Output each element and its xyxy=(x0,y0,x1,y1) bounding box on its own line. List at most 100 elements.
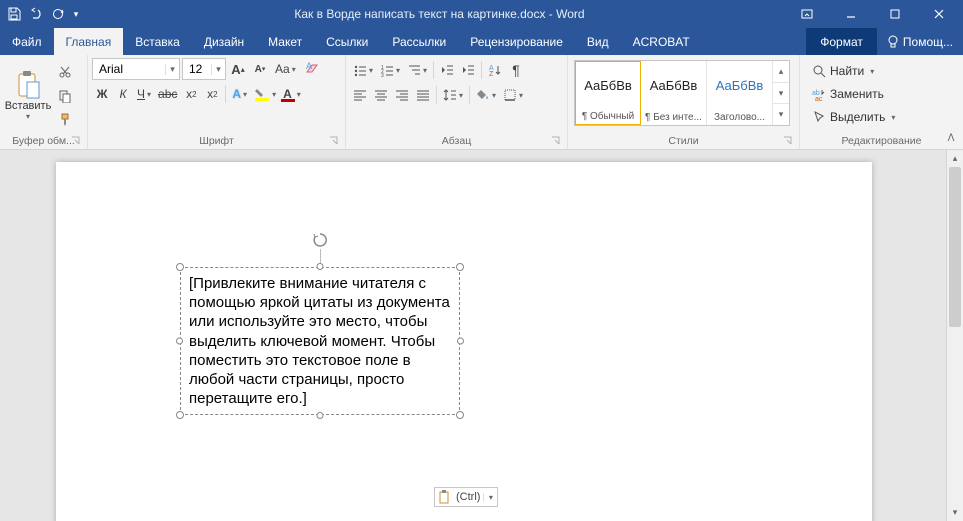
tab-layout[interactable]: Макет xyxy=(256,28,314,55)
resize-handle-l[interactable] xyxy=(176,338,183,345)
svg-text:ac: ac xyxy=(815,96,823,101)
close-button[interactable] xyxy=(919,4,959,24)
page-container[interactable]: [Привлеките внимание читателя с помощью … xyxy=(0,150,946,521)
tab-format[interactable]: Формат xyxy=(806,28,877,55)
redo-button[interactable] xyxy=(48,4,68,24)
copy-button[interactable] xyxy=(54,85,76,107)
line-spacing-button[interactable]: ▾ xyxy=(440,84,466,106)
scroll-up-button[interactable]: ▴ xyxy=(947,150,963,167)
resize-handle-tl[interactable] xyxy=(176,263,184,271)
shading-button[interactable]: ▾ xyxy=(473,84,499,106)
styles-scroll-up[interactable]: ▴ xyxy=(773,61,789,82)
save-button[interactable] xyxy=(4,4,24,24)
resize-handle-bl[interactable] xyxy=(176,411,184,419)
borders-button[interactable]: ▾ xyxy=(500,84,526,106)
scroll-thumb[interactable] xyxy=(949,167,961,327)
scissors-icon xyxy=(58,65,72,79)
style-heading1[interactable]: АаБбВв Заголово... xyxy=(707,61,773,125)
qat-customize-button[interactable]: ▾ xyxy=(70,4,82,24)
vertical-scrollbar[interactable]: ▴ ▾ xyxy=(946,150,963,521)
tab-insert[interactable]: Вставка xyxy=(123,28,192,55)
show-marks-button[interactable]: ¶ xyxy=(506,59,526,81)
format-painter-button[interactable] xyxy=(54,109,76,131)
textbox-selection[interactable]: [Привлеките внимание читателя с помощью … xyxy=(180,267,460,415)
style-normal[interactable]: АаБбВв ¶ Обычный xyxy=(575,61,641,125)
scroll-down-button[interactable]: ▾ xyxy=(947,504,963,521)
align-right-button[interactable] xyxy=(392,84,412,106)
cut-button[interactable] xyxy=(54,61,76,83)
find-button[interactable]: Найти▾ xyxy=(808,60,899,82)
grow-font-button[interactable]: A▴ xyxy=(228,58,248,80)
numbering-button[interactable]: 123▾ xyxy=(377,59,403,81)
tab-review[interactable]: Рецензирование xyxy=(458,28,575,55)
superscript-button[interactable]: x2 xyxy=(202,83,222,105)
maximize-button[interactable] xyxy=(875,4,915,24)
clipboard-launcher[interactable] xyxy=(71,136,81,146)
bullets-button[interactable]: ▾ xyxy=(350,59,376,81)
tab-mailings[interactable]: Рассылки xyxy=(380,28,458,55)
page[interactable]: [Привлеките внимание читателя с помощью … xyxy=(56,162,872,521)
change-case-button[interactable]: Aa▾ xyxy=(272,58,299,80)
highlight-button[interactable]: ▾ xyxy=(251,83,279,105)
font-family-combo[interactable]: Arial▾ xyxy=(92,58,180,80)
tab-home[interactable]: Главная xyxy=(54,28,124,55)
font-size-combo[interactable]: 12▾ xyxy=(182,58,226,80)
resize-handle-br[interactable] xyxy=(456,411,464,419)
sort-button[interactable]: AZ xyxy=(485,59,505,81)
align-left-button[interactable] xyxy=(350,84,370,106)
font-launcher[interactable] xyxy=(329,136,339,146)
resize-handle-b[interactable] xyxy=(317,412,324,419)
replace-button[interactable]: abac Заменить xyxy=(808,83,899,105)
select-button[interactable]: Выделить▾ xyxy=(808,106,899,128)
resize-handle-tr[interactable] xyxy=(456,263,464,271)
text-effects-button[interactable]: A▾ xyxy=(229,83,250,105)
styles-scroll-down[interactable]: ▾ xyxy=(773,82,789,104)
group-styles: АаБбВв ¶ Обычный АаБбВв ¶ Без инте... Аа… xyxy=(568,55,800,149)
font-color-button[interactable]: A▾ xyxy=(280,83,304,105)
subscript-button[interactable]: x2 xyxy=(181,83,201,105)
paste-options-icon xyxy=(435,490,453,504)
ribbon: Вставить ▾ Буфер обм... Arial▾ 12▾ xyxy=(0,55,963,150)
sort-icon: AZ xyxy=(488,63,502,77)
minimize-button[interactable] xyxy=(831,4,871,24)
tell-me-button[interactable]: Помощ... xyxy=(877,28,963,55)
text-box[interactable]: [Привлеките внимание читателя с помощью … xyxy=(180,267,460,415)
group-paragraph-label: Абзац xyxy=(442,135,471,147)
rotate-handle[interactable] xyxy=(311,231,329,265)
textbox-content[interactable]: [Привлеките внимание читателя с помощью … xyxy=(189,275,450,407)
paste-button[interactable]: Вставить ▾ xyxy=(1,68,56,123)
borders-icon xyxy=(503,88,517,102)
title-bar: ▾ Как в Ворде написать текст на картинке… xyxy=(0,0,963,28)
multilevel-list-button[interactable]: ▾ xyxy=(404,59,430,81)
tab-references[interactable]: Ссылки xyxy=(314,28,380,55)
tab-file[interactable]: Файл xyxy=(0,28,54,55)
ribbon-display-button[interactable] xyxy=(787,4,827,24)
shrink-font-button[interactable]: A▾ xyxy=(250,58,270,80)
justify-button[interactable] xyxy=(413,84,433,106)
document-area: [Привлеките внимание читателя с помощью … xyxy=(0,150,963,521)
style-no-spacing[interactable]: АаБбВв ¶ Без инте... xyxy=(641,61,707,125)
tab-view[interactable]: Вид xyxy=(575,28,621,55)
strikethrough-button[interactable]: abc xyxy=(155,83,180,105)
italic-button[interactable]: К xyxy=(113,83,133,105)
resize-handle-t[interactable] xyxy=(317,263,324,270)
underline-button[interactable]: Ч▾ xyxy=(134,83,154,105)
clear-formatting-button[interactable]: A xyxy=(301,58,323,80)
bold-button[interactable]: Ж xyxy=(92,83,112,105)
tab-design[interactable]: Дизайн xyxy=(192,28,256,55)
styles-gallery[interactable]: АаБбВв ¶ Обычный АаБбВв ¶ Без инте... Аа… xyxy=(574,60,790,126)
replace-icon: abac xyxy=(812,87,826,101)
collapse-ribbon-button[interactable]: ᐱ xyxy=(943,130,959,146)
tab-acrobat[interactable]: ACROBAT xyxy=(621,28,702,55)
align-center-button[interactable] xyxy=(371,84,391,106)
decrease-indent-button[interactable] xyxy=(437,59,457,81)
paragraph-launcher[interactable] xyxy=(551,136,561,146)
group-clipboard-label: Буфер обм... xyxy=(12,135,75,147)
paste-options-button[interactable]: (Ctrl) ▾ xyxy=(434,487,498,507)
styles-expand[interactable]: ▾ xyxy=(773,103,789,125)
increase-indent-button[interactable] xyxy=(458,59,478,81)
scroll-track[interactable] xyxy=(947,167,963,504)
resize-handle-r[interactable] xyxy=(457,338,464,345)
undo-button[interactable] xyxy=(26,4,46,24)
styles-launcher[interactable] xyxy=(783,136,793,146)
